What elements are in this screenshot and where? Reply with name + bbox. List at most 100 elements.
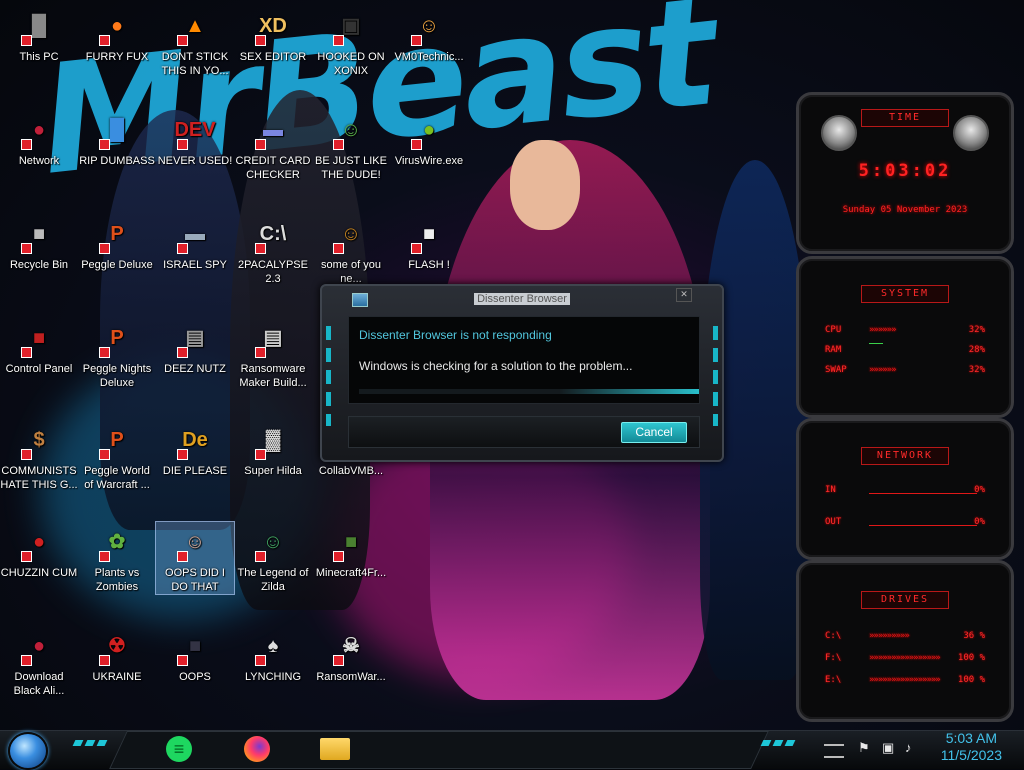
desktop-icon-some-of-you[interactable]: ☺ some of you ne... xyxy=(312,214,390,286)
desktop-icon-label: VirusWire.exe xyxy=(394,155,464,167)
net-in-row: IN 0% xyxy=(825,485,985,497)
desktop-icon-legend-of-zilda[interactable]: ☺ The Legend of Zilda xyxy=(234,522,312,594)
ram-label: RAM xyxy=(825,345,842,355)
download-black-ali-icon: ● xyxy=(19,626,59,666)
desktop-icon-minecraft4fr[interactable]: ■ Minecraft4Fr... xyxy=(312,522,390,580)
desktop-icon-download-black-ali[interactable]: ● Download Black Ali... xyxy=(0,626,78,698)
taskbar-clock[interactable]: 5:03 AM 11/5/2023 xyxy=(941,730,1002,764)
shortcut-arrow-icon xyxy=(255,347,266,358)
desktop-icon-never-used[interactable]: DEV NEVER USED! xyxy=(156,110,234,168)
desktop-icon-viruswire[interactable]: ● VirusWire.exe xyxy=(390,110,468,168)
start-button[interactable] xyxy=(8,732,48,770)
net-out-row: OUT 0% xyxy=(825,517,985,529)
some-of-you-icon: ☺ xyxy=(331,214,371,254)
desktop-icon-label: NEVER USED! xyxy=(157,155,233,167)
drives-widget-title: DRIVES xyxy=(861,591,949,609)
cpu-label: CPU xyxy=(825,325,842,335)
desktop-icon-oops-did-i-do-that[interactable]: ☺ OOPS DID I DO THAT xyxy=(155,521,235,595)
desktop-icon-label: The Legend of Zilda xyxy=(237,567,309,593)
drive-e-label: E:\ xyxy=(825,675,842,685)
drive-f-value: 100 % xyxy=(957,653,985,663)
desktop-icon-super-hilda[interactable]: ▓ Super Hilda xyxy=(234,420,312,478)
system-widget: SYSTEM CPU »»»»»» 32% RAM 28% SWAP »»»»»… xyxy=(796,256,1014,418)
dialog-titlebar[interactable]: Dissenter Browser ✕ xyxy=(322,286,722,310)
cpu-row: CPU »»»»»» 32% xyxy=(825,325,985,337)
cpu-value: 32% xyxy=(968,325,985,335)
firefox-taskbar-button[interactable] xyxy=(240,733,274,765)
drive-c-label: C:\ xyxy=(825,631,842,641)
alien-head-icon xyxy=(821,115,857,151)
desktop-icon-ransomwar[interactable]: ☠ RansomWar... xyxy=(312,626,390,684)
shortcut-arrow-icon xyxy=(411,139,422,150)
shortcut-arrow-icon xyxy=(21,347,32,358)
desktop-icon-rip-dumbass[interactable]: █ RIP DUMBASS xyxy=(78,110,156,168)
this-pc-icon: █ xyxy=(19,6,59,46)
close-icon[interactable]: ✕ xyxy=(676,288,692,302)
desktop-icon-control-panel[interactable]: ■ Control Panel xyxy=(0,318,78,376)
dont-stick-icon: ▲ xyxy=(175,6,215,46)
desktop-icon-sex-editor[interactable]: XD SEX EDITOR xyxy=(234,6,312,64)
desktop-icon-deez-nutz[interactable]: ▤ DEEZ NUTZ xyxy=(156,318,234,376)
cancel-button[interactable]: Cancel xyxy=(621,422,687,443)
desktop-icon-lynching[interactable]: ♠ LYNCHING xyxy=(234,626,312,684)
minecraft4fr-icon: ■ xyxy=(331,522,371,562)
ram-graph-line xyxy=(869,343,883,344)
desktop-icon-furry-fux[interactable]: ● FURRY FUX xyxy=(78,6,156,64)
desktop-icon-peggle-nights[interactable]: P Peggle Nights Deluxe xyxy=(78,318,156,390)
desktop-icon-this-pc[interactable]: █ This PC xyxy=(0,6,78,64)
desktop-icon-peggle-world-of-warcraft[interactable]: P Peggle World of Warcraft ... xyxy=(78,420,156,492)
israel-spy-icon: ▬ xyxy=(175,214,215,254)
desktop-icon-flash[interactable]: ■ FLASH ! xyxy=(390,214,468,272)
spotify-icon: ≡ xyxy=(166,736,192,762)
desktop-icon-dont-stick[interactable]: ▲ DONT STICK THIS IN YO... xyxy=(156,6,234,78)
desktop-icon-ukraine[interactable]: ☢ UKRAINE xyxy=(78,626,156,684)
shortcut-arrow-icon xyxy=(411,243,422,254)
cpu-bars: »»»»»» xyxy=(869,325,896,335)
dialog-footer: Cancel xyxy=(348,416,700,448)
desktop-icon-label: Peggle Deluxe xyxy=(81,259,153,271)
desktop-icon-credit-card-checker[interactable]: ▬ CREDIT CARD CHECKER xyxy=(234,110,312,182)
desktop-icon-be-just-like-the-dude[interactable]: ☺ BE JUST LIKE THE DUDE! xyxy=(312,110,390,182)
shortcut-arrow-icon xyxy=(255,655,266,666)
show-hidden-icons-icon[interactable] xyxy=(824,744,844,758)
shortcut-arrow-icon xyxy=(21,655,32,666)
desktop-icon-label: 2PACALYPSE 2.3 xyxy=(238,259,308,285)
desktop-icon-die-please[interactable]: De DIE PLEASE xyxy=(156,420,234,478)
desktop-icon-label: VM0Technic... xyxy=(394,51,464,63)
desktop-icon-hooked-on-xonix[interactable]: ▣ HOOKED ON XONIX xyxy=(312,6,390,78)
desktop-icon-recycle-bin[interactable]: ■ Recycle Bin xyxy=(0,214,78,272)
desktop-icon-plants-vs-zombies[interactable]: ✿ Plants vs Zombies xyxy=(78,522,156,594)
desktop-icon-ransomware-maker[interactable]: ▤ Ransomware Maker Build... xyxy=(234,318,312,390)
desktop-icon-israel-spy[interactable]: ▬ ISRAEL SPY xyxy=(156,214,234,272)
be-just-like-the-dude-icon: ☺ xyxy=(331,110,371,150)
desktop-icon-label: This PC xyxy=(19,51,59,63)
super-hilda-icon: ▓ xyxy=(253,420,293,460)
progress-bar xyxy=(359,389,699,394)
spotify-taskbar-button[interactable]: ≡ xyxy=(162,733,196,765)
desktop-icon-label: Network xyxy=(18,155,60,167)
taskbar-app-strip xyxy=(109,731,769,769)
die-please-icon: De xyxy=(175,420,215,460)
network-icon[interactable]: ▣ xyxy=(882,740,894,756)
drive-f-label: F:\ xyxy=(825,653,842,663)
ransomwar-icon: ☠ xyxy=(331,626,371,666)
desktop-icon-label: RIP DUMBASS xyxy=(79,155,155,167)
desktop-icon-network[interactable]: ● Network xyxy=(0,110,78,168)
drive-f-row: F:\ »»»»»»»»»»»»»»»» 100 % xyxy=(825,653,985,665)
desktop-icon-oops[interactable]: ■ OOPS xyxy=(156,626,234,684)
desktop-icon-2pacalypse[interactable]: C:\ 2PACALYPSE 2.3 xyxy=(234,214,312,286)
volume-icon[interactable]: ♪ xyxy=(905,740,912,755)
flag-icon[interactable]: ⚑ xyxy=(858,740,870,756)
drive-e-bars: »»»»»»»»»»»»»»»» xyxy=(869,675,941,685)
desktop-icon-vm0technic[interactable]: ☺ VM0Technic... xyxy=(390,6,468,64)
desktop-icon-communists[interactable]: $ COMMUNISTS HATE THIS G... xyxy=(0,420,78,492)
system-widget-title: SYSTEM xyxy=(861,285,949,303)
desktop-icon-label: SEX EDITOR xyxy=(239,51,307,63)
file-explorer-taskbar-button[interactable] xyxy=(318,733,352,765)
shortcut-arrow-icon xyxy=(21,449,32,460)
desktop-icon-chuzzin-cum[interactable]: ● CHUZZIN CUM xyxy=(0,522,78,580)
desktop-icon-peggle-deluxe[interactable]: P Peggle Deluxe xyxy=(78,214,156,272)
desktop-icon-label: Peggle Nights Deluxe xyxy=(82,363,152,389)
firefox-icon xyxy=(244,736,270,762)
desktop-icon-label: ISRAEL SPY xyxy=(163,259,227,271)
